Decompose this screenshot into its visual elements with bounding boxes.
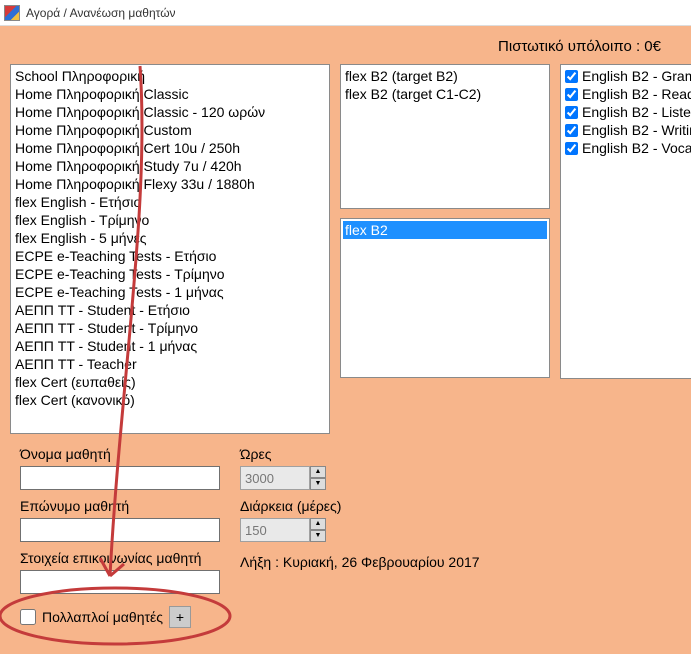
window-title: Αγορά / Ανανέωση μαθητών: [26, 6, 176, 20]
firstname-input[interactable]: [20, 466, 220, 490]
firstname-label: Όνομα μαθητή: [20, 446, 111, 462]
module-row[interactable]: English B2 - Grammar: [565, 67, 691, 85]
list-item[interactable]: flex English - Ετήσιο: [15, 193, 325, 211]
module-checkbox[interactable]: [565, 124, 578, 137]
list-item[interactable]: Home Πληροφορική Classic: [15, 85, 325, 103]
multi-students-row[interactable]: Πολλαπλοί μαθητές +: [20, 606, 191, 628]
module-row[interactable]: English B2 - Listening: [565, 103, 691, 121]
duration-stepper[interactable]: ▲ ▼: [240, 518, 326, 542]
list-item[interactable]: flex B2: [343, 221, 547, 239]
module-checkbox[interactable]: [565, 88, 578, 101]
selected-listbox[interactable]: flex B2: [340, 218, 550, 378]
list-item[interactable]: ΑΕΠΠ TT - Student - Τρίμηνο: [15, 319, 325, 337]
module-checkbox[interactable]: [565, 106, 578, 119]
module-listbox[interactable]: English B2 - GrammarEnglish B2 - Reading…: [560, 64, 691, 379]
module-label: English B2 - Vocabulary: [582, 139, 691, 157]
target-listbox[interactable]: flex B2 (target B2)flex B2 (target C1-C2…: [340, 64, 550, 209]
list-item[interactable]: Home Πληροφορική Custom: [15, 121, 325, 139]
multi-students-checkbox[interactable]: [20, 609, 36, 625]
expiry-label: Λήξη : Κυριακή, 26 Φεβρουαρίου 2017: [240, 554, 480, 570]
list-item[interactable]: flex English - 5 μήνες: [15, 229, 325, 247]
list-item[interactable]: Home Πληροφορική Flexy 33u / 1880h: [15, 175, 325, 193]
hours-down-button[interactable]: ▼: [310, 478, 326, 490]
list-item[interactable]: flex B2 (target B2): [345, 67, 545, 85]
list-item[interactable]: ECPE e-Teaching Tests - 1 μήνας: [15, 283, 325, 301]
duration-label: Διάρκεια (μέρες): [240, 498, 341, 514]
list-item[interactable]: ΑΕΠΠ TT - Teacher: [15, 355, 325, 373]
list-item[interactable]: ECPE e-Teaching Tests - Ετήσιο: [15, 247, 325, 265]
list-item[interactable]: flex B2 (target C1-C2): [345, 85, 545, 103]
hours-input[interactable]: [240, 466, 310, 490]
duration-up-button[interactable]: ▲: [310, 518, 326, 530]
duration-input[interactable]: [240, 518, 310, 542]
module-checkbox[interactable]: [565, 70, 578, 83]
contact-label: Στοιχεία επικοινωνίας μαθητή: [20, 550, 201, 566]
hours-up-button[interactable]: ▲: [310, 466, 326, 478]
module-label: English B2 - Grammar: [582, 67, 691, 85]
product-listbox[interactable]: School ΠληροφορικήHome Πληροφορική Class…: [10, 64, 330, 434]
module-row[interactable]: English B2 - Writing: [565, 121, 691, 139]
add-student-button[interactable]: +: [169, 606, 191, 628]
list-item[interactable]: Home Πληροφορική Study 7u / 420h: [15, 157, 325, 175]
list-item[interactable]: flex English - Τρίμηνο: [15, 211, 325, 229]
module-row[interactable]: English B2 - Reading: [565, 85, 691, 103]
duration-down-button[interactable]: ▼: [310, 530, 326, 542]
app-icon: [4, 5, 20, 21]
list-item[interactable]: flex Cert (κανονικό): [15, 391, 325, 409]
list-item[interactable]: ΑΕΠΠ TT - Student - Ετήσιο: [15, 301, 325, 319]
module-checkbox[interactable]: [565, 142, 578, 155]
lastname-label: Επώνυμο μαθητή: [20, 498, 129, 514]
module-label: English B2 - Reading: [582, 85, 691, 103]
list-item[interactable]: School Πληροφορική: [15, 67, 325, 85]
list-item[interactable]: flex Cert (ευπαθείς): [15, 373, 325, 391]
multi-students-label: Πολλαπλοί μαθητές: [42, 609, 163, 625]
lastname-input[interactable]: [20, 518, 220, 542]
list-item[interactable]: Home Πληροφορική Classic - 120 ωρών: [15, 103, 325, 121]
module-label: English B2 - Listening: [582, 103, 691, 121]
credit-balance-label: Πιστωτικό υπόλοιπο : 0€: [498, 38, 661, 55]
contact-input[interactable]: [20, 570, 220, 594]
module-row[interactable]: English B2 - Vocabulary: [565, 139, 691, 157]
list-item[interactable]: ECPE e-Teaching Tests - Τρίμηνο: [15, 265, 325, 283]
hours-label: Ώρες: [240, 446, 272, 462]
list-item[interactable]: Home Πληροφορική Cert 10u / 250h: [15, 139, 325, 157]
hours-stepper[interactable]: ▲ ▼: [240, 466, 326, 490]
module-label: English B2 - Writing: [582, 121, 691, 139]
list-item[interactable]: ΑΕΠΠ TT - Student - 1 μήνας: [15, 337, 325, 355]
